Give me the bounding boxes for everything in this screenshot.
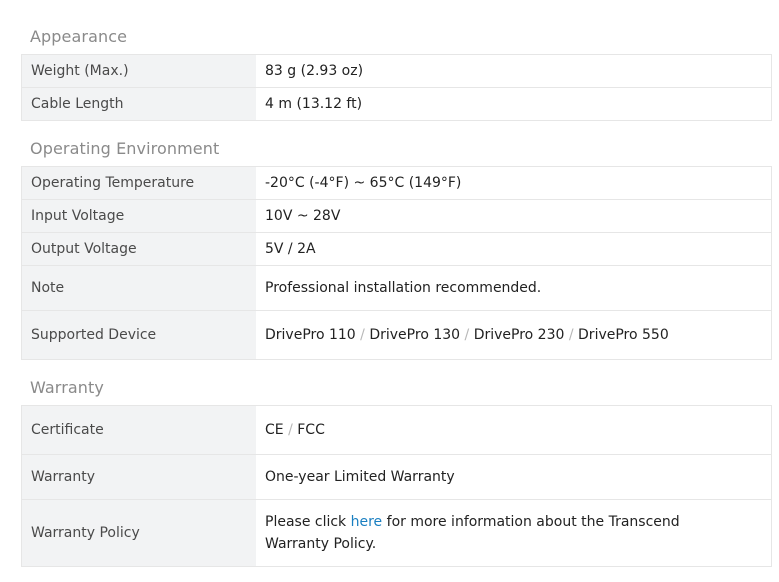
row-label: Warranty	[21, 454, 256, 500]
row-label: Weight (Max.)	[21, 54, 256, 88]
row-label: Output Voltage	[21, 232, 256, 266]
section-title-operating-environment: Operating Environment	[30, 139, 220, 158]
row-label: Warranty Policy	[21, 499, 256, 567]
table-row: Warranty One-year Limited Warranty	[21, 454, 772, 500]
certificate-item: CE	[265, 422, 284, 438]
table-row: Supported Device DrivePro 110 / DrivePro…	[21, 310, 772, 360]
warranty-policy-link[interactable]: here	[351, 514, 383, 530]
device-item: DrivePro 230	[473, 327, 565, 343]
certificate-item: FCC	[297, 422, 325, 438]
row-value: 10V ~ 28V	[256, 199, 772, 233]
row-label: Cable Length	[21, 87, 256, 121]
separator: /	[568, 327, 574, 343]
policy-prefix: Please click	[265, 514, 351, 530]
row-value: 83 g (2.93 oz)	[256, 54, 772, 88]
row-label: Supported Device	[21, 310, 256, 360]
table-row: Certificate CE / FCC	[21, 405, 772, 455]
separator: /	[360, 327, 365, 343]
warranty-policy-text: Please click here for more information a…	[256, 499, 772, 567]
row-label: Operating Temperature	[21, 166, 256, 200]
section-title-warranty: Warranty	[30, 378, 104, 397]
row-label: Input Voltage	[21, 199, 256, 233]
spec-page: Appearance Weight (Max.) 83 g (2.93 oz) …	[0, 0, 779, 582]
table-row: Note Professional installation recommend…	[21, 265, 772, 311]
row-value: Professional installation recommended.	[256, 265, 772, 311]
supported-device-list: DrivePro 110 / DrivePro 130 / DrivePro 2…	[256, 310, 772, 360]
section-title-appearance: Appearance	[30, 27, 128, 46]
row-value: One-year Limited Warranty	[256, 454, 772, 500]
certificate-list: CE / FCC	[256, 405, 772, 455]
device-item: DrivePro 110	[265, 327, 356, 343]
table-row: Cable Length 4 m (13.12 ft)	[21, 87, 772, 121]
device-item: DrivePro 130	[369, 327, 461, 343]
separator: /	[464, 327, 470, 343]
row-value: 4 m (13.12 ft)	[256, 87, 772, 121]
device-item: DrivePro 550	[578, 327, 669, 343]
table-row: Warranty Policy Please click here for mo…	[21, 499, 772, 567]
table-row: Weight (Max.) 83 g (2.93 oz)	[21, 54, 772, 88]
row-label: Certificate	[21, 405, 256, 455]
separator: /	[288, 422, 293, 438]
appearance-table: Weight (Max.) 83 g (2.93 oz) Cable Lengt…	[21, 54, 772, 121]
operating-environment-table: Operating Temperature -20°C (-4°F) ~ 65°…	[21, 166, 772, 360]
row-value: -20°C (-4°F) ~ 65°C (149°F)	[256, 166, 772, 200]
row-label: Note	[21, 265, 256, 311]
warranty-table: Certificate CE / FCC Warranty One-year L…	[21, 405, 772, 567]
row-value: 5V / 2A	[256, 232, 772, 266]
table-row: Input Voltage 10V ~ 28V	[21, 199, 772, 233]
table-row: Output Voltage 5V / 2A	[21, 232, 772, 266]
table-row: Operating Temperature -20°C (-4°F) ~ 65°…	[21, 166, 772, 200]
